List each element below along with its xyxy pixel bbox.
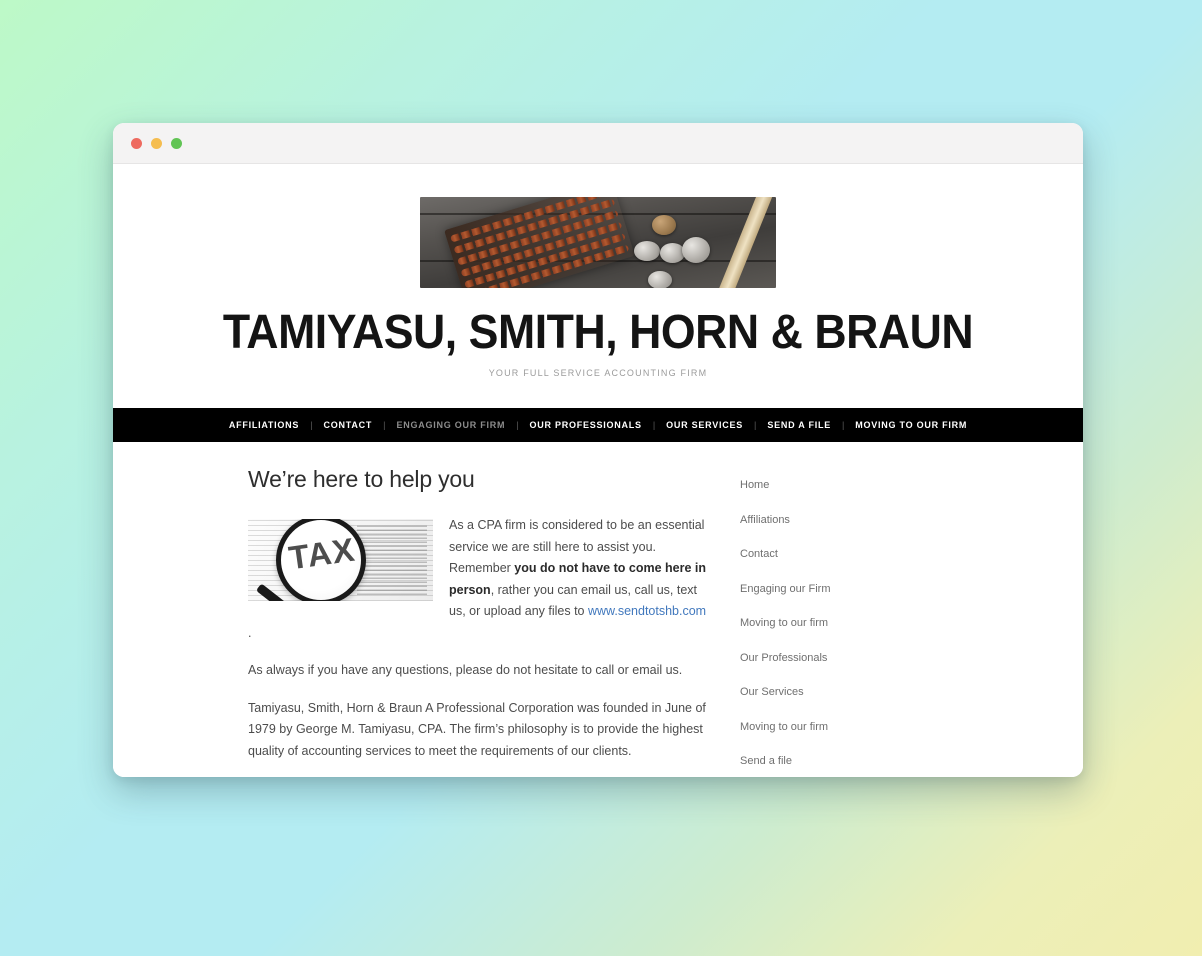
list-item: Our Professionals (740, 648, 980, 666)
list-item: Moving to our firm (740, 717, 980, 735)
close-window-button[interactable] (131, 137, 142, 149)
list-item: Our Services (740, 682, 980, 700)
site-title: TAMIYASU, SMITH, HORN & BRAUN (222, 306, 974, 359)
nav-item-moving-to-our-firm[interactable]: MOVING TO OUR FIRM (844, 420, 978, 430)
sidebar-item-contact[interactable]: Contact (740, 548, 778, 560)
sidebar-item-home[interactable]: Home (740, 479, 769, 491)
sidebar-item-moving-to-our-firm-2[interactable]: Moving to our firm (740, 721, 828, 733)
sidebar-item-send-a-file[interactable]: Send a file (740, 755, 792, 767)
nav-item-affiliations[interactable]: AFFILIATIONS (218, 420, 310, 430)
nav-item-contact[interactable]: CONTACT (313, 420, 384, 430)
intro-block: TAX As a CPA firm is considered to be an… (248, 515, 710, 644)
page-viewport: TAMIYASU, SMITH, HORN & BRAUN YOUR FULL … (113, 164, 1083, 777)
sidebar-link-list: Home Affiliations Contact Engaging our F… (740, 475, 980, 769)
list-item: Home (740, 475, 980, 493)
list-item: Moving to our firm (740, 613, 980, 631)
list-item: Affiliations (740, 510, 980, 528)
list-item: Send a file (740, 751, 980, 769)
browser-window: TAMIYASU, SMITH, HORN & BRAUN YOUR FULL … (113, 123, 1083, 777)
list-item: Contact (740, 544, 980, 562)
sidebar-item-affiliations[interactable]: Affiliations (740, 514, 790, 526)
paragraph-history: Tamiyasu, Smith, Horn & Braun A Professi… (248, 700, 706, 758)
list-item: Engaging our Firm (740, 579, 980, 597)
site-header: TAMIYASU, SMITH, HORN & BRAUN YOUR FULL … (113, 164, 1083, 379)
browser-titlebar (113, 123, 1083, 164)
sidebar-item-our-professionals[interactable]: Our Professionals (740, 652, 827, 664)
sidebar: Home Affiliations Contact Engaging our F… (740, 466, 980, 777)
intro-text-part3: . (248, 625, 252, 640)
sidebar-item-engaging-our-firm[interactable]: Engaging our Firm (740, 583, 831, 595)
wooden-stick (714, 197, 775, 288)
main-column: We’re here to help you TAX As a CPA firm… (248, 466, 710, 777)
sidebar-item-our-services[interactable]: Our Services (740, 686, 804, 698)
primary-navigation: AFFILIATIONS | CONTACT | ENGAGING OUR FI… (113, 408, 1083, 443)
hero-banner-image (420, 197, 776, 288)
minimize-window-button[interactable] (151, 137, 162, 149)
tax-thumbnail-image: TAX (248, 519, 433, 602)
nav-item-our-professionals[interactable]: OUR PROFESSIONALS (519, 420, 653, 430)
zoom-window-button[interactable] (171, 137, 182, 149)
sendtotshb-link[interactable]: www.sendtotshb.com (588, 604, 706, 618)
content-area: We’re here to help you TAX As a CPA firm… (113, 442, 1083, 777)
abacus-icon (444, 197, 635, 288)
sidebar-item-moving-to-our-firm[interactable]: Moving to our firm (740, 617, 828, 629)
paragraph-questions: As always if you have any questions, ple… (248, 663, 683, 678)
page-title: We’re here to help you (248, 466, 475, 493)
nav-item-engaging-our-firm[interactable]: ENGAGING OUR FIRM (385, 420, 516, 430)
site-tagline: YOUR FULL SERVICE ACCOUNTING FIRM (488, 368, 708, 379)
nav-item-send-a-file[interactable]: SEND A FILE (756, 420, 842, 430)
nav-item-our-services[interactable]: OUR SERVICES (655, 420, 754, 430)
